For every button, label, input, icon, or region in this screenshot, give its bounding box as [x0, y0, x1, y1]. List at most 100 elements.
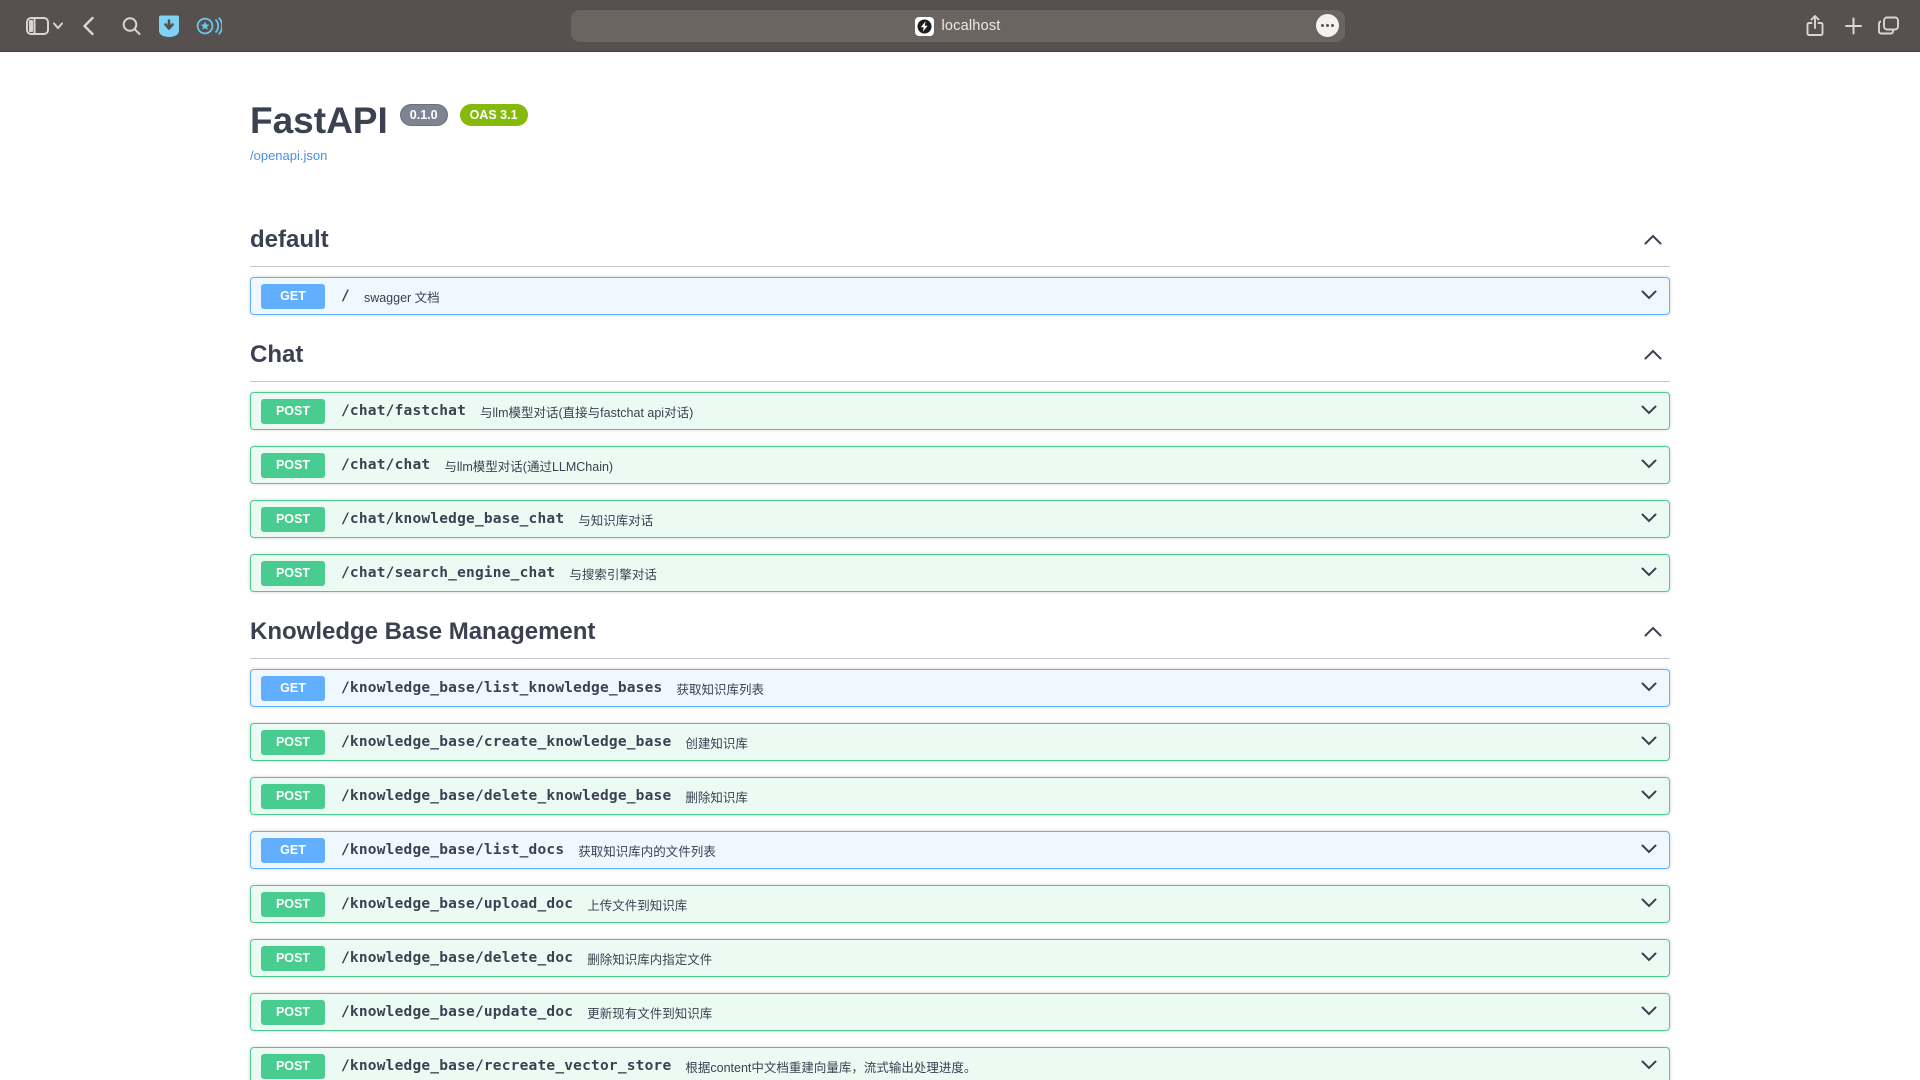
chevron-down-icon[interactable] [1641, 679, 1657, 697]
method-badge: POST [261, 892, 325, 917]
endpoint-summary: 上传文件到知识库 [587, 895, 687, 914]
endpoint-row[interactable]: GET /knowledge_base/list_docs 获取知识库内的文件列… [250, 831, 1670, 869]
api-info: FastAPI 0.1.0 OAS 3.1 /openapi.json [250, 102, 1670, 165]
address-bar[interactable]: localhost [571, 10, 1345, 42]
endpoint-row[interactable]: POST /chat/fastchat 与llm模型对话(直接与fastchat… [250, 392, 1670, 430]
method-badge: POST [261, 561, 325, 586]
chevron-down-icon[interactable] [1641, 510, 1657, 528]
method-badge: POST [261, 1000, 325, 1025]
chevron-down-icon[interactable] [1641, 841, 1657, 859]
endpoint-path: /knowledge_base/delete_doc [341, 950, 573, 966]
endpoint-path: /chat/search_engine_chat [341, 565, 555, 581]
section-header[interactable]: Knowledge Base Management [250, 612, 1670, 659]
endpoint-row[interactable]: POST /chat/knowledge_base_chat 与知识库对话 [250, 500, 1670, 538]
chevron-down-icon[interactable] [1641, 895, 1657, 913]
site-favicon [915, 17, 934, 36]
endpoint-path: /knowledge_base/upload_doc [341, 896, 573, 912]
endpoint-summary: swagger 文档 [364, 287, 440, 306]
browser-toolbar: localhost [0, 0, 1920, 52]
endpoint-row[interactable]: GET / swagger 文档 [250, 277, 1670, 315]
endpoint-row[interactable]: POST /knowledge_base/update_doc 更新现有文件到知… [250, 993, 1670, 1031]
collapse-section-button[interactable] [1636, 348, 1670, 363]
endpoint-path: /chat/chat [341, 457, 430, 473]
swagger-ui: FastAPI 0.1.0 OAS 3.1 /openapi.json defa… [250, 102, 1670, 1080]
method-badge: POST [261, 784, 325, 809]
share-icon[interactable] [1806, 15, 1824, 37]
endpoint-row[interactable]: POST /knowledge_base/recreate_vector_sto… [250, 1047, 1670, 1080]
method-badge: GET [261, 838, 325, 863]
endpoint-row[interactable]: GET /knowledge_base/list_knowledge_bases… [250, 669, 1670, 707]
sidebar-toggle-icon[interactable] [26, 17, 49, 35]
endpoint-summary: 删除知识库 [685, 787, 748, 806]
chevron-up-icon [1644, 233, 1662, 248]
method-badge: POST [261, 507, 325, 532]
chevron-down-icon[interactable] [1641, 733, 1657, 751]
collapse-section-button[interactable] [1636, 233, 1670, 248]
address-text: localhost [941, 18, 1000, 34]
chevron-down-icon[interactable] [1641, 1057, 1657, 1075]
section-header[interactable]: Chat [250, 335, 1670, 382]
chevron-down-icon[interactable] [1641, 949, 1657, 967]
method-badge: GET [261, 676, 325, 701]
page-settings-icon[interactable] [1316, 14, 1339, 37]
chevron-down-icon[interactable] [1641, 564, 1657, 582]
endpoint-row[interactable]: POST /knowledge_base/delete_doc 删除知识库内指定… [250, 939, 1670, 977]
tab-overview-icon[interactable] [1878, 16, 1899, 35]
endpoint-summary: 与搜索引擎对话 [569, 564, 657, 583]
section-default: default GET / swagger 文档 [250, 220, 1670, 315]
star-extension-icon[interactable] [196, 15, 222, 37]
method-badge: POST [261, 453, 325, 478]
endpoint-path: /chat/fastchat [341, 403, 466, 419]
section-title: Chat [250, 341, 303, 369]
version-badge: 0.1.0 [400, 104, 448, 126]
section-title: Knowledge Base Management [250, 618, 595, 646]
endpoint-summary: 根据content中文档重建向量库，流式输出处理进度。 [685, 1057, 976, 1076]
method-badge: POST [261, 399, 325, 424]
endpoint-summary: 获取知识库内的文件列表 [578, 841, 716, 860]
collapse-section-button[interactable] [1636, 625, 1670, 640]
endpoint-summary: 删除知识库内指定文件 [587, 949, 712, 968]
endpoint-row[interactable]: POST /knowledge_base/delete_knowledge_ba… [250, 777, 1670, 815]
endpoint-summary: 更新现有文件到知识库 [587, 1003, 712, 1022]
endpoint-summary: 创建知识库 [685, 733, 748, 752]
endpoint-path: /knowledge_base/create_knowledge_base [341, 734, 671, 750]
endpoint-summary: 与llm模型对话(直接与fastchat api对话) [480, 402, 693, 421]
chevron-down-icon[interactable] [1641, 287, 1657, 305]
endpoint-path: /chat/knowledge_base_chat [341, 511, 564, 527]
endpoint-summary: 与知识库对话 [578, 510, 653, 529]
chevron-down-icon[interactable] [1641, 456, 1657, 474]
endpoint-path: /knowledge_base/recreate_vector_store [341, 1058, 671, 1074]
endpoint-row[interactable]: POST /knowledge_base/create_knowledge_ba… [250, 723, 1670, 761]
search-icon[interactable] [122, 16, 141, 35]
endpoint-row[interactable]: POST /chat/search_engine_chat 与搜索引擎对话 [250, 554, 1670, 592]
method-badge: POST [261, 946, 325, 971]
endpoint-path: / [341, 288, 350, 304]
endpoint-path: /knowledge_base/list_docs [341, 842, 564, 858]
method-badge: POST [261, 730, 325, 755]
chevron-up-icon [1644, 625, 1662, 640]
endpoint-row[interactable]: POST /chat/chat 与llm模型对话(通过LLMChain) [250, 446, 1670, 484]
endpoint-path: /knowledge_base/delete_knowledge_base [341, 788, 671, 804]
method-badge: POST [261, 1054, 325, 1079]
method-badge: GET [261, 284, 325, 309]
section-knowledge-base-management: Knowledge Base Management GET /knowledge… [250, 612, 1670, 1080]
endpoint-path: /knowledge_base/list_knowledge_bases [341, 680, 662, 696]
bookmark-extension-icon[interactable] [158, 14, 180, 37]
openapi-spec-link[interactable]: /openapi.json [250, 148, 327, 163]
section-chat: Chat POST /chat/fastchat 与llm模型对话(直接与fas… [250, 335, 1670, 592]
endpoint-path: /knowledge_base/update_doc [341, 1004, 573, 1020]
endpoint-row[interactable]: POST /knowledge_base/upload_doc 上传文件到知识库 [250, 885, 1670, 923]
chevron-down-icon[interactable] [1641, 1003, 1657, 1021]
page-title: FastAPI [250, 102, 388, 139]
section-header[interactable]: default [250, 220, 1670, 267]
chevron-down-icon[interactable] [1641, 402, 1657, 420]
sidebar-chevron-down-icon[interactable] [53, 22, 63, 29]
chevron-up-icon [1644, 348, 1662, 363]
endpoint-summary: 获取知识库列表 [676, 679, 764, 698]
section-title: default [250, 226, 329, 254]
chevron-down-icon[interactable] [1641, 787, 1657, 805]
back-icon[interactable] [83, 16, 94, 35]
new-tab-icon[interactable] [1845, 17, 1862, 34]
oas-badge: OAS 3.1 [460, 104, 528, 126]
endpoint-summary: 与llm模型对话(通过LLMChain) [444, 456, 613, 475]
